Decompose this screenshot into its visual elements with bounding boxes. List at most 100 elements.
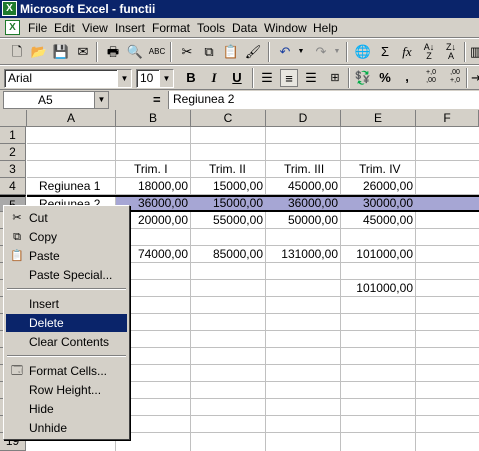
name-box[interactable]: A5 ▼ (3, 91, 109, 109)
comma-style-button[interactable]: , (398, 68, 416, 86)
cell-c4[interactable]: 15000,00 (191, 178, 266, 195)
cell-f5[interactable] (416, 197, 479, 210)
decrease-decimal-button[interactable]: ,00 +,0 (446, 69, 464, 87)
cell-c8[interactable]: 85000,00 (191, 246, 266, 263)
cell-b3[interactable]: Trim. I (130, 161, 191, 178)
context-menu-delete[interactable]: Delete (6, 314, 127, 332)
cell-e6[interactable]: 45000,00 (341, 212, 416, 229)
context-menu-row-height[interactable]: Row Height... (6, 381, 127, 399)
save-icon[interactable]: 💾 (52, 43, 70, 61)
row-header[interactable]: 4 (0, 178, 26, 195)
chevron-down-icon[interactable]: ▼ (159, 70, 173, 87)
menu-tools[interactable]: Tools (197, 21, 225, 35)
row-header[interactable]: 3 (0, 161, 26, 178)
context-menu-hide[interactable]: Hide (6, 400, 127, 418)
row-header[interactable]: 1 (0, 127, 26, 144)
font-combo[interactable]: Arial ▼ (4, 69, 132, 88)
cell-c6[interactable]: 55000,00 (191, 212, 266, 229)
align-right-icon[interactable]: ☰ (302, 69, 320, 87)
excel-app-icon[interactable]: X (2, 1, 17, 16)
cell-e10[interactable]: 101000,00 (341, 280, 416, 297)
font-name: Arial (8, 71, 33, 85)
print-icon[interactable]: 🖶 (104, 43, 122, 61)
currency-icon[interactable]: 💱 (354, 69, 372, 87)
function-icon[interactable]: fx (398, 43, 416, 61)
menu-window[interactable]: Window (264, 21, 307, 35)
cell-c5[interactable]: 15000,00 (191, 197, 266, 210)
formula-input[interactable]: Regiunea 2 (168, 91, 479, 109)
cell-d6[interactable]: 50000,00 (266, 212, 341, 229)
cell-d3[interactable]: Trim. III (280, 161, 341, 178)
sort-ascending-icon[interactable]: A↓ Z (420, 43, 438, 61)
font-size-combo[interactable]: 10 ▼ (136, 69, 174, 88)
select-all-corner[interactable] (0, 110, 27, 127)
email-icon[interactable]: ✉ (74, 43, 92, 61)
indent-icon[interactable]: ⇥ (471, 69, 479, 87)
cell-d4[interactable]: 45000,00 (266, 178, 341, 195)
context-menu-clear-contents[interactable]: Clear Contents (6, 333, 127, 351)
menu-view[interactable]: View (82, 21, 108, 35)
row-header[interactable]: 2 (0, 144, 26, 161)
cell-e5[interactable]: 30000,00 (341, 197, 416, 210)
cell-c3[interactable]: Trim. II (205, 161, 266, 178)
equals-sign[interactable]: = (153, 92, 161, 107)
column-header-b[interactable]: B (116, 110, 191, 127)
copy-icon[interactable]: ⧉ (200, 43, 218, 61)
document-icon[interactable]: X (5, 20, 20, 35)
chevron-down-icon[interactable]: ▼ (117, 70, 131, 87)
cell-a4[interactable]: Regiunea 1 (35, 178, 116, 195)
formula-bar: A5 ▼ = Regiunea 2 (0, 90, 479, 110)
paste-icon[interactable]: 📋 (222, 43, 240, 61)
underline-button[interactable]: U (228, 69, 246, 87)
percent-button[interactable]: % (376, 69, 394, 87)
print-preview-icon[interactable]: 🔍 (126, 43, 144, 61)
align-center-icon[interactable]: ≡ (280, 69, 298, 87)
cell-d5[interactable]: 36000,00 (266, 197, 341, 210)
menu-data[interactable]: Data (232, 21, 257, 35)
bold-button[interactable]: B (182, 69, 200, 87)
menu-help[interactable]: Help (313, 21, 338, 35)
cell-e8[interactable]: 101000,00 (341, 246, 416, 263)
cell-e3[interactable]: Trim. IV (355, 161, 416, 178)
align-left-icon[interactable]: ☰ (258, 69, 276, 87)
cut-icon[interactable]: ✂ (178, 43, 196, 61)
redo-dropdown-icon[interactable]: ▼ (328, 43, 346, 61)
menu-insert[interactable]: Insert (115, 21, 145, 35)
context-menu-paste[interactable]: 📋 Paste (6, 247, 127, 265)
merge-center-icon[interactable]: ⊞ (326, 69, 344, 87)
context-menu: ✂ Cut ⧉ Copy 📋 Paste Paste Special... In… (3, 205, 130, 440)
toolbar-separator (170, 42, 172, 62)
context-menu-unhide[interactable]: Unhide (6, 419, 127, 437)
new-icon[interactable]: 🗋 (8, 43, 26, 61)
cell-d8[interactable]: 131000,00 (266, 246, 341, 263)
format-painter-icon[interactable]: 🖌 (244, 43, 262, 61)
context-menu-copy[interactable]: ⧉ Copy (6, 228, 127, 246)
context-menu-insert[interactable]: Insert (6, 295, 127, 313)
cell-e4[interactable]: 26000,00 (341, 178, 416, 195)
context-menu-format-cells[interactable]: 🗔 Format Cells... (6, 362, 127, 380)
menu-file[interactable]: File (28, 21, 47, 35)
sort-descending-icon[interactable]: Z↓ A (442, 43, 460, 61)
spelling-icon[interactable]: ABC (148, 43, 166, 61)
cell-b4[interactable]: 18000,00 (116, 178, 191, 195)
formatting-toolbar: Arial ▼ 10 ▼ B I U ☰ ≡ ☰ ⊞ 💱 % , +,0 ,00… (0, 65, 479, 90)
column-header-e[interactable]: E (341, 110, 416, 127)
autosum-icon[interactable]: Σ (376, 43, 394, 61)
column-header-a[interactable]: A (27, 110, 116, 127)
column-header-d[interactable]: D (266, 110, 341, 127)
menu-edit[interactable]: Edit (54, 21, 75, 35)
undo-dropdown-icon[interactable]: ▼ (292, 43, 310, 61)
column-header-f[interactable]: F (416, 110, 479, 127)
menu-format[interactable]: Format (152, 21, 190, 35)
increase-decimal-button[interactable]: +,0 ,00 (422, 69, 440, 87)
chart-wizard-icon[interactable]: ▥ (470, 43, 479, 61)
context-menu-cut[interactable]: ✂ Cut (6, 209, 127, 227)
menu-separator (7, 288, 126, 290)
open-icon[interactable]: 📂 (30, 43, 48, 61)
context-menu-paste-special[interactable]: Paste Special... (6, 266, 127, 284)
chevron-down-icon[interactable]: ▼ (94, 92, 108, 108)
hyperlink-icon[interactable]: 🌐 (354, 43, 372, 61)
font-size: 10 (140, 71, 154, 85)
italic-button[interactable]: I (205, 69, 223, 87)
column-header-c[interactable]: C (191, 110, 266, 127)
